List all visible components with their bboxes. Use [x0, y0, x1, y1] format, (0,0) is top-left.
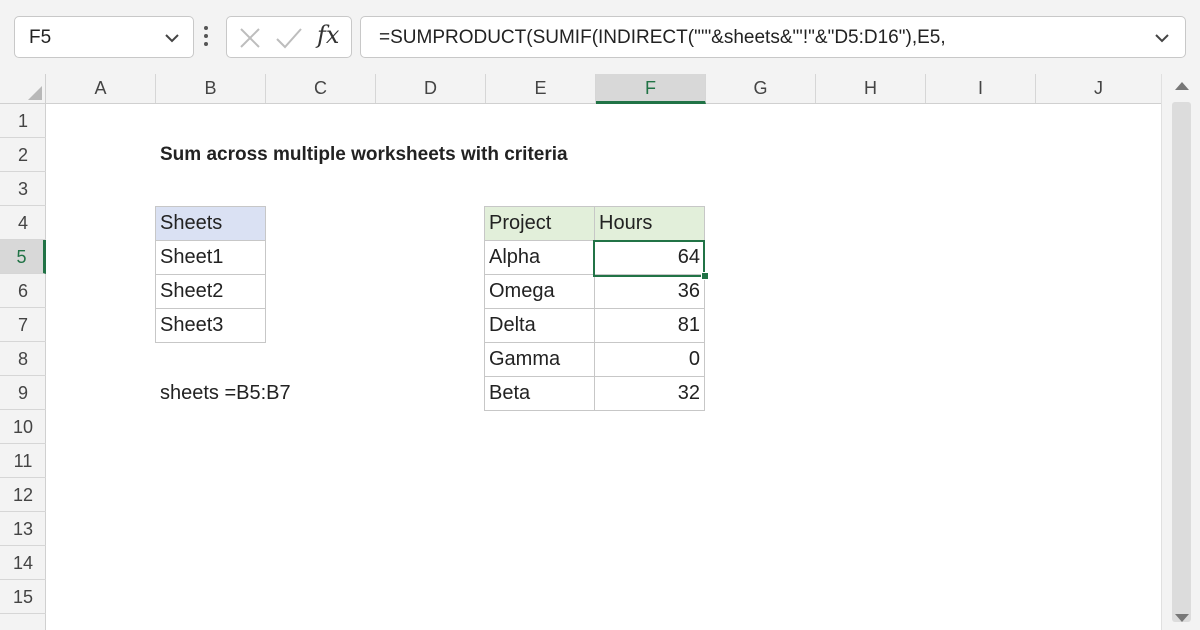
project-cell[interactable]: Beta: [484, 376, 595, 411]
column-header-a[interactable]: A: [46, 74, 156, 103]
column-header-d[interactable]: D: [376, 74, 486, 103]
row-header-6[interactable]: 6: [0, 274, 46, 308]
project-cell[interactable]: Omega: [484, 274, 595, 309]
column-header-g[interactable]: G: [706, 74, 816, 103]
project-cell[interactable]: Alpha: [484, 240, 595, 275]
row-header-8[interactable]: 8: [0, 342, 46, 376]
named-range-note[interactable]: sheets =B5:B7: [160, 376, 291, 410]
row-header-5[interactable]: 5: [0, 240, 46, 274]
row-headers: 1 2 3 4 5 6 7 8 9 10 11 12 13 14 15: [0, 104, 46, 630]
project-cell[interactable]: Gamma: [484, 342, 595, 377]
column-header-h[interactable]: H: [816, 74, 926, 103]
row-header-9[interactable]: 9: [0, 376, 46, 410]
fill-handle[interactable]: [701, 272, 709, 280]
column-header-b[interactable]: B: [156, 74, 266, 103]
row-header-11[interactable]: 11: [0, 444, 46, 478]
name-box[interactable]: F5: [14, 16, 194, 58]
insert-function-icon[interactable]: fx: [317, 21, 339, 49]
row-header-14[interactable]: 14: [0, 546, 46, 580]
column-headers: A B C D E F G H I J: [0, 74, 1161, 104]
hours-cell[interactable]: 0: [594, 342, 705, 377]
row-header-1[interactable]: 1: [0, 104, 46, 138]
formula-text: =SUMPRODUCT(SUMIF(INDIRECT("'"&sheets&"'…: [379, 27, 946, 48]
row-header-3[interactable]: 3: [0, 172, 46, 206]
hours-cell[interactable]: 32: [594, 376, 705, 411]
column-header-c[interactable]: C: [266, 74, 376, 103]
row-header-12[interactable]: 12: [0, 478, 46, 512]
cancel-icon[interactable]: [237, 25, 263, 51]
column-header-i[interactable]: I: [926, 74, 1036, 103]
sheets-cell[interactable]: Sheet2: [155, 274, 266, 309]
row-header-2[interactable]: 2: [0, 138, 46, 172]
scroll-down-arrow-icon[interactable]: [1175, 614, 1189, 622]
scroll-up-arrow-icon[interactable]: [1175, 82, 1189, 90]
row-header-15[interactable]: 15: [0, 580, 46, 614]
row-header-7[interactable]: 7: [0, 308, 46, 342]
formula-controls: fx: [226, 16, 352, 58]
worksheet-grid[interactable]: Sum across multiple worksheets with crit…: [46, 104, 1161, 630]
more-options-icon[interactable]: [203, 26, 209, 48]
row-header-10[interactable]: 10: [0, 410, 46, 444]
column-header-j[interactable]: J: [1036, 74, 1161, 103]
check-icon[interactable]: [274, 25, 304, 51]
row-header-13[interactable]: 13: [0, 512, 46, 546]
column-header-f[interactable]: F: [596, 74, 706, 104]
scrollbar-thumb[interactable]: [1172, 102, 1191, 622]
hours-cell[interactable]: 81: [594, 308, 705, 343]
sheets-cell[interactable]: Sheet1: [155, 240, 266, 275]
chevron-down-icon[interactable]: [163, 29, 181, 47]
sheets-header-cell[interactable]: Sheets: [155, 206, 266, 241]
sheets-cell[interactable]: Sheet3: [155, 308, 266, 343]
vertical-scrollbar[interactable]: [1161, 74, 1200, 630]
row-header-4[interactable]: 4: [0, 206, 46, 240]
formula-bar: F5 fx =SUMPRODUCT(SUMIF(INDIRECT("'"&she…: [0, 0, 1200, 74]
expand-formula-chevron-icon[interactable]: [1153, 29, 1171, 47]
sheet-title: Sum across multiple worksheets with crit…: [160, 144, 568, 165]
hours-cell[interactable]: 36: [594, 274, 705, 309]
column-header-e[interactable]: E: [486, 74, 596, 103]
active-cell-border: [593, 240, 705, 277]
project-cell[interactable]: Delta: [484, 308, 595, 343]
select-all-button[interactable]: [0, 74, 46, 103]
hours-header-cell[interactable]: Hours: [594, 206, 705, 241]
project-header-cell[interactable]: Project: [484, 206, 595, 241]
name-box-value: F5: [29, 27, 52, 48]
formula-input[interactable]: =SUMPRODUCT(SUMIF(INDIRECT("'"&sheets&"'…: [360, 16, 1186, 58]
